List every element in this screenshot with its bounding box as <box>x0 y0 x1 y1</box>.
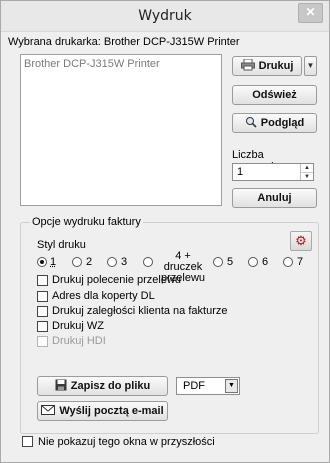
transfer-order-label: Drukuj polecenie przelewu <box>52 274 182 286</box>
gear-settings-icon[interactable]: ⚙ <box>290 231 312 251</box>
file-format-value: PDF <box>183 380 205 392</box>
window-title: Wydruk <box>138 8 192 24</box>
stepper-arrows: ▲ ▼ <box>300 164 313 180</box>
arrears-checkbox[interactable] <box>37 306 48 317</box>
chevron-down-icon: ▼ <box>306 61 315 70</box>
arrears-label: Drukuj zaległości klienta na fakturze <box>52 305 228 317</box>
preview-button[interactable]: Podgląd <box>232 113 317 133</box>
style-radio-3[interactable] <box>107 257 117 267</box>
style-radio-2[interactable] <box>72 257 82 267</box>
magnifier-icon <box>245 116 257 131</box>
refresh-button-label: Odśwież <box>252 89 297 101</box>
printer-list[interactable]: Brother DCP-J315W Printer <box>20 54 222 206</box>
printer-icon <box>240 58 255 74</box>
cancel-button-label: Anuluj <box>257 192 292 204</box>
save-to-file-button[interactable]: Zapisz do pliku <box>37 376 168 396</box>
print-button[interactable]: Drukuj <box>232 56 302 76</box>
style-radio-3-label: 3 <box>121 256 128 268</box>
selected-printer-label: Wybrana drukarka: Brother DCP-J315W Prin… <box>8 36 240 48</box>
send-email-label: Wyślij pocztą e-mail <box>59 405 164 417</box>
stepper-up-icon[interactable]: ▲ <box>301 164 313 173</box>
print-style-label: Styl druku <box>37 239 86 251</box>
cancel-button[interactable]: Anuluj <box>232 188 317 208</box>
file-format-select[interactable]: PDF ▼ <box>176 377 240 395</box>
style-radio-6[interactable] <box>248 257 258 267</box>
print-options-dropdown[interactable]: ▼ <box>304 56 317 76</box>
send-email-button[interactable]: Wyślij pocztą e-mail <box>37 401 168 421</box>
envelope-address-checkbox[interactable] <box>37 291 48 302</box>
envelope-address-label: Adres dla koperty DL <box>52 290 155 302</box>
style-radio-7[interactable] <box>283 257 293 267</box>
style-radio-1[interactable] <box>37 257 47 267</box>
style-radio-5-label: 5 <box>227 256 234 268</box>
style-radio-2-label: 2 <box>86 256 93 268</box>
envelope-icon <box>41 404 56 418</box>
style-radio-5[interactable] <box>213 257 223 267</box>
preview-button-label: Podgląd <box>260 117 305 129</box>
print-button-label: Drukuj <box>258 60 294 72</box>
chevron-down-icon[interactable]: ▼ <box>225 379 238 393</box>
refresh-button[interactable]: Odśwież <box>232 85 317 105</box>
stepper-down-icon[interactable]: ▼ <box>301 173 313 181</box>
style-radio-6-label: 6 <box>262 256 269 268</box>
close-button[interactable]: ✕ <box>298 3 323 23</box>
floppy-disk-icon <box>55 379 67 394</box>
print-hdi-checkbox <box>37 336 48 347</box>
copies-stepper[interactable]: 1 ▲ ▼ <box>232 163 314 181</box>
transfer-order-checkbox[interactable] <box>37 275 48 286</box>
close-icon: ✕ <box>305 5 316 19</box>
print-dialog: Wydruk ✕ Wybrana drukarka: Brother DCP-J… <box>0 0 330 463</box>
style-radio-4[interactable] <box>143 257 153 267</box>
invoice-options-title: Opcje wydruku faktury <box>30 216 143 228</box>
print-wz-label: Drukuj WZ <box>52 320 104 332</box>
save-to-file-label: Zapisz do pliku <box>70 380 151 392</box>
style-radio-7-label: 7 <box>297 256 304 268</box>
copies-value: 1 <box>237 166 244 178</box>
print-wz-checkbox[interactable] <box>37 321 48 332</box>
dont-show-again-checkbox[interactable] <box>22 436 33 447</box>
title-bar: Wydruk ✕ <box>1 1 329 32</box>
printer-list-item[interactable]: Brother DCP-J315W Printer <box>24 58 160 70</box>
dont-show-again-label: Nie pokazuj tego okna w przyszłości <box>38 436 215 448</box>
style-radio-1-label: 1 <box>50 256 57 268</box>
print-hdi-label: Drukuj HDI <box>52 335 106 347</box>
